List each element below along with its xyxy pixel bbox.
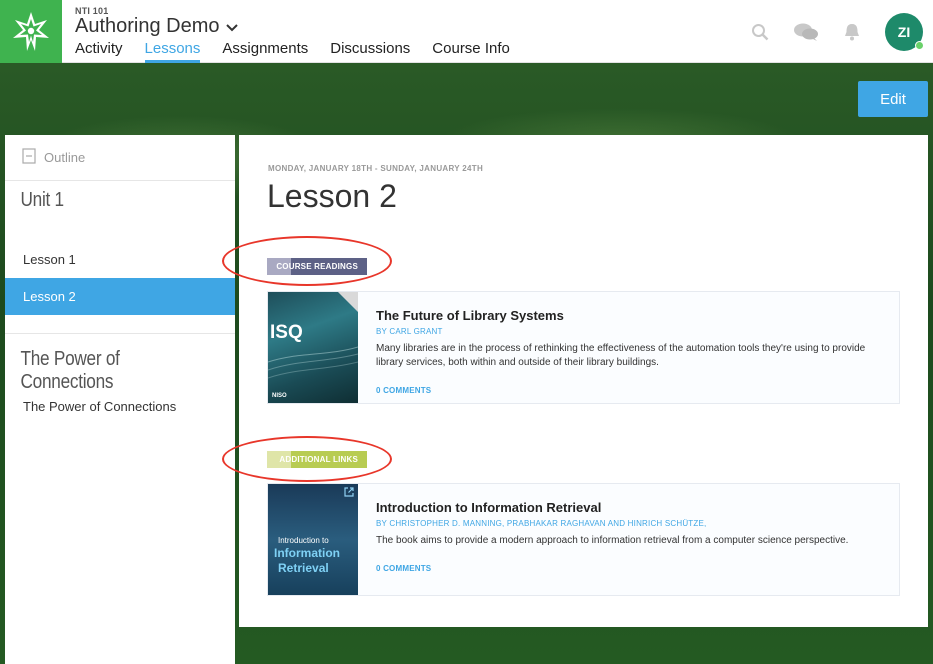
logo-icon[interactable] xyxy=(0,0,62,63)
outline-icon xyxy=(22,148,36,167)
bell-icon[interactable] xyxy=(843,22,861,42)
annotation-ellipse xyxy=(222,436,392,482)
avatar[interactable]: ZI xyxy=(885,12,924,51)
thumbnail-line-3: Retrieval xyxy=(278,561,329,575)
external-link-icon xyxy=(344,487,354,497)
reading-author: BY CARL GRANT xyxy=(376,327,443,336)
unit-title: Unit 1 xyxy=(20,189,64,211)
annotation-ellipse xyxy=(222,236,392,286)
page-title: Lesson 2 xyxy=(267,178,397,214)
comments-link[interactable]: 0 COMMENTS xyxy=(376,564,876,573)
link-thumbnail: Introduction to Information Retrieval xyxy=(268,484,358,595)
outline-label: Outline xyxy=(44,150,86,165)
tab-assignments[interactable]: Assignments xyxy=(222,39,308,63)
unit-title: The Power of Connections xyxy=(20,348,120,393)
tab-lessons[interactable]: Lessons xyxy=(144,39,201,63)
tab-course-info[interactable]: Course Info xyxy=(432,39,510,63)
sidebar-item-lesson-2[interactable]: Lesson 2 xyxy=(5,278,235,315)
lesson-outline-sidebar: Outline Unit 1 Lesson 1 Lesson 2 The Pow… xyxy=(5,135,235,664)
reading-title[interactable]: The Future of Library Systems xyxy=(376,308,876,323)
online-status-dot xyxy=(915,40,924,50)
thumbnail-line-1: Introduction to xyxy=(278,536,329,545)
avatar-initials: ZI xyxy=(897,23,911,40)
outline-header[interactable]: Outline xyxy=(5,135,235,181)
course-switcher[interactable]: Authoring Demo xyxy=(75,15,238,38)
course-title: Authoring Demo xyxy=(75,15,220,37)
edit-button[interactable]: Edit xyxy=(858,81,928,117)
link-title[interactable]: Introduction to Information Retrieval xyxy=(376,500,876,515)
chevron-down-icon xyxy=(225,15,238,38)
link-card[interactable]: Introduction to Information Retrieval In… xyxy=(267,483,900,596)
reading-description: Many libraries are in the process of ret… xyxy=(376,343,866,368)
comments-link[interactable]: 0 COMMENTS xyxy=(376,386,876,395)
search-icon[interactable] xyxy=(751,23,769,41)
lesson-date-range: MONDAY, JANUARY 18TH - SUNDAY, JANUARY 2… xyxy=(268,164,484,173)
reading-card[interactable]: ISQ NISO The Future of Library Systems B… xyxy=(267,291,900,404)
sidebar-item-lesson-1[interactable]: Lesson 1 xyxy=(5,241,235,278)
chat-icon[interactable] xyxy=(793,22,819,42)
course-nav: Activity Lessons Assignments Discussions… xyxy=(75,39,532,63)
thumbnail-line-2: Information xyxy=(274,546,340,560)
link-author: BY CHRISTOPHER D. MANNING, PRABHAKAR RAG… xyxy=(376,519,707,528)
link-description: The book aims to provide a modern approa… xyxy=(376,535,849,546)
tab-discussions[interactable]: Discussions xyxy=(330,39,410,63)
lesson-content: MONDAY, JANUARY 18TH - SUNDAY, JANUARY 2… xyxy=(239,135,928,627)
tab-activity[interactable]: Activity xyxy=(75,39,123,63)
top-bar: NTI 101 Authoring Demo Activity Lessons … xyxy=(0,0,933,63)
thumbnail-footer: NISO xyxy=(272,393,287,399)
reading-thumbnail: ISQ NISO xyxy=(268,292,358,403)
